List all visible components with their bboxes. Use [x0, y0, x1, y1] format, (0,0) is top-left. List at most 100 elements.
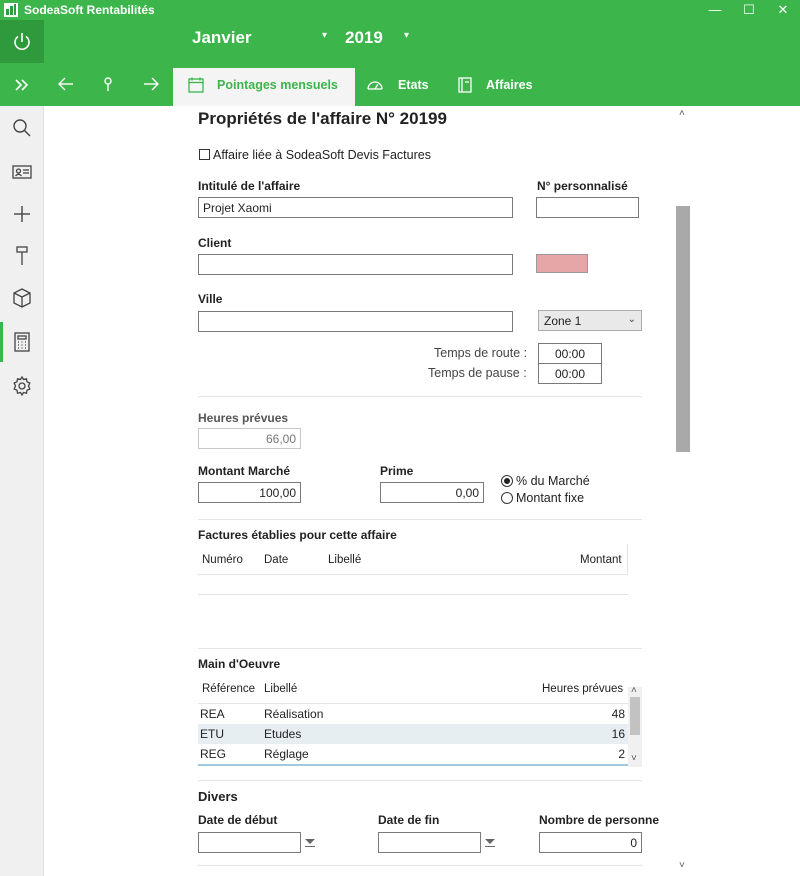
prime-input[interactable]: 0,00	[380, 482, 484, 503]
cell-heures: 48	[611, 707, 625, 721]
divider	[198, 780, 642, 781]
divers-section-title: Divers	[198, 789, 238, 804]
mo-section-title: Main d'Oeuvre	[198, 657, 281, 671]
header-bar: Janvier ▾ 2019 ▾ Pointages mensuels Etat…	[44, 20, 800, 106]
factures-section-title: Factures établies pour cette affaire	[198, 528, 397, 542]
table-row[interactable]: REG Réglage 2	[198, 744, 628, 764]
col-libelle[interactable]: Libellé	[264, 683, 297, 695]
page-title: Propriétés de l'affaire N° 20199	[198, 109, 447, 128]
window-title: SodeaSoft Rentabilités	[24, 3, 155, 17]
linked-affaire-checkbox[interactable]	[199, 149, 210, 160]
heures-prevues-input: 66,00	[198, 428, 301, 449]
temps-route-input[interactable]: 00:00	[538, 343, 602, 364]
radio-pct-marche[interactable]	[501, 475, 513, 487]
radio-montant-fixe[interactable]	[501, 492, 513, 504]
notebook-icon	[458, 77, 472, 93]
cell-reference: ETU	[200, 727, 224, 741]
gear-icon[interactable]	[10, 374, 34, 398]
temps-pause-label: Temps de pause :	[428, 366, 527, 380]
cell-libelle: Etudes	[264, 727, 302, 741]
perso-label: N° personnalisé	[537, 179, 628, 193]
date-debut-dropdown-icon[interactable]	[305, 839, 315, 844]
month-dropdown-icon[interactable]: ▾	[322, 30, 327, 41]
table-row[interactable]: REA Réalisation 48	[198, 704, 628, 724]
intitule-label: Intitulé de l'affaire	[198, 179, 301, 193]
chevron-down-icon[interactable]: ˅	[679, 860, 685, 871]
divider	[198, 519, 642, 520]
affaire-properties-panel: Propriétés de l'affaire N° 20199 Affaire…	[44, 106, 690, 876]
col-montant[interactable]: Montant	[580, 554, 622, 566]
main-scrollbar[interactable]: ˄ ˅	[674, 106, 692, 876]
date-debut-input[interactable]	[198, 832, 301, 853]
tab-etats[interactable]: Etats	[366, 68, 446, 106]
col-numero[interactable]: Numéro	[202, 554, 243, 566]
plus-icon[interactable]	[10, 202, 34, 226]
prime-label: Prime	[380, 464, 414, 478]
col-date[interactable]: Date	[264, 554, 288, 566]
tab-label: Pointages mensuels	[217, 78, 338, 92]
pin-icon[interactable]	[98, 74, 118, 94]
zone-select-value: Zone 1	[544, 314, 582, 328]
col-reference[interactable]: Référence	[202, 683, 255, 695]
client-color-swatch[interactable]	[536, 254, 588, 273]
maximize-button[interactable]: ☐	[732, 0, 766, 20]
col-heures-prevues[interactable]: Heures prévues	[542, 683, 623, 695]
power-icon	[14, 33, 30, 50]
chevron-up-icon[interactable]: ˄	[679, 108, 685, 119]
tab-label: Etats	[398, 78, 429, 92]
month-selector[interactable]: Janvier	[192, 28, 252, 48]
ville-label: Ville	[198, 292, 223, 306]
expand-menu-button[interactable]	[0, 63, 44, 106]
forward-arrow-icon[interactable]	[141, 74, 161, 94]
calculator-icon[interactable]	[10, 330, 34, 354]
cell-reference: REA	[200, 707, 225, 721]
col-libelle[interactable]: Libellé	[328, 554, 361, 566]
linked-affaire-label: Affaire liée à SodeaSoft Devis Factures	[213, 148, 431, 162]
zone-select[interactable]: Zone 1 ⌄	[538, 310, 642, 331]
close-button[interactable]: ✕	[766, 0, 800, 20]
tab-affaires[interactable]: Affaires	[456, 68, 556, 106]
radio-montant-fixe-label: Montant fixe	[516, 491, 585, 505]
search-icon[interactable]	[10, 116, 34, 140]
date-fin-dropdown-icon[interactable]	[485, 839, 495, 844]
box-icon[interactable]	[10, 286, 34, 310]
year-dropdown-icon[interactable]: ▾	[404, 30, 409, 41]
left-rail	[0, 20, 44, 876]
heures-prevues-label: Heures prévues	[198, 411, 289, 425]
hammer-icon[interactable]	[10, 244, 34, 268]
divider	[198, 865, 642, 866]
chevron-down-icon[interactable]: ˅	[631, 753, 637, 764]
temps-pause-input[interactable]: 00:00	[538, 363, 602, 384]
date-fin-dropdown-underline	[485, 846, 495, 847]
cell-libelle: Réglage	[264, 747, 309, 761]
table-row[interactable]: ETU Etudes 16	[198, 724, 628, 744]
gauge-icon	[367, 81, 383, 90]
nb-personne-input[interactable]: 0	[539, 832, 642, 853]
year-selector[interactable]: 2019	[345, 28, 383, 48]
mo-grid-scrollbar[interactable]: ˄ ˅	[628, 685, 642, 767]
back-arrow-icon[interactable]	[56, 74, 76, 94]
rail-active-indicator	[0, 322, 3, 362]
date-fin-input[interactable]	[378, 832, 481, 853]
tab-pointages-mensuels[interactable]: Pointages mensuels	[173, 68, 355, 106]
power-button[interactable]	[0, 20, 44, 63]
minimize-button[interactable]: —	[698, 0, 732, 20]
cell-heures: 16	[611, 727, 625, 741]
cell-libelle: Réalisation	[264, 707, 324, 721]
nb-personne-label: Nombre de personne	[539, 813, 660, 827]
client-label: Client	[198, 236, 232, 250]
mo-grid-scroll-thumb[interactable]	[630, 697, 640, 735]
tab-label: Affaires	[486, 78, 533, 92]
date-debut-label: Date de début	[198, 813, 278, 827]
chevron-up-icon[interactable]: ˄	[631, 685, 637, 696]
main-scroll-thumb[interactable]	[676, 206, 690, 452]
client-input[interactable]	[198, 254, 513, 275]
montant-marche-input[interactable]: 100,00	[198, 482, 301, 503]
ville-input[interactable]	[198, 311, 513, 332]
radio-pct-marche-label: % du Marché	[516, 474, 590, 488]
chevron-down-icon: ⌄	[627, 314, 636, 325]
grid-bottom-line	[198, 764, 628, 766]
contact-card-icon[interactable]	[10, 160, 34, 184]
intitule-input[interactable]: Projet Xaomi	[198, 197, 513, 218]
perso-input[interactable]	[536, 197, 639, 218]
